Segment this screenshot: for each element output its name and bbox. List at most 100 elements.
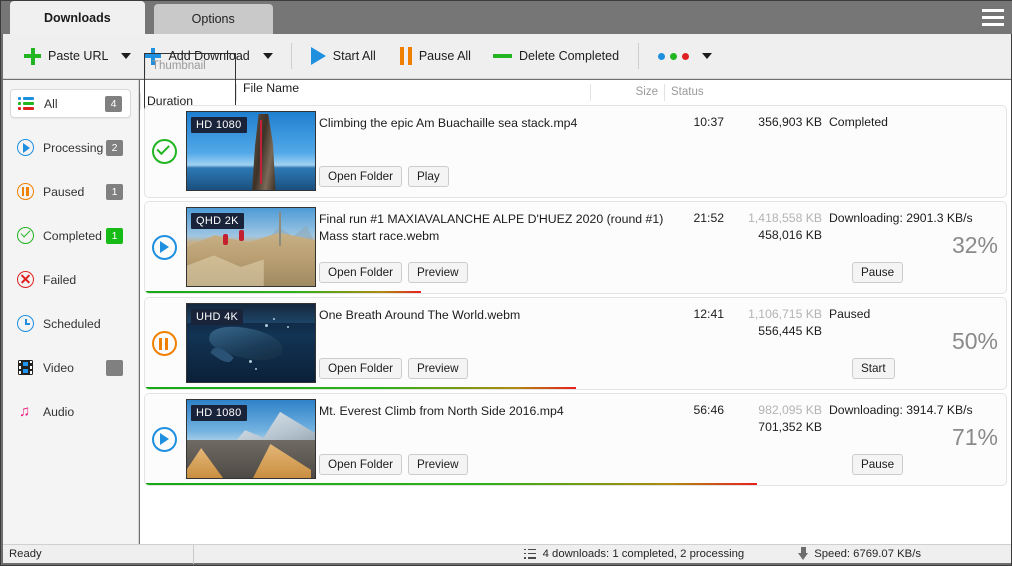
pause-all-label: Pause All (419, 49, 471, 63)
play-icon (311, 47, 326, 65)
sidebar-item-video-label: Video (43, 361, 106, 375)
music-note-icon: ♫ (16, 402, 35, 421)
start-all-label: Start All (333, 49, 376, 63)
table-row[interactable]: QHD 2K Final run #1 MAXIAVALANCHE ALPE D… (144, 201, 1007, 294)
tab-options[interactable]: Options (154, 4, 273, 34)
sidebar-item-all[interactable]: All 4 (10, 89, 131, 118)
table-row[interactable]: HD 1080 Mt. Everest Climb from North Sid… (144, 393, 1007, 486)
download-arrow-icon (798, 547, 809, 561)
pause-circle-icon (152, 331, 177, 356)
video-thumbnail[interactable]: HD 1080 (186, 399, 316, 479)
sidebar-badge-completed: 1 (106, 228, 123, 244)
sidebar-item-video[interactable]: Video (10, 353, 131, 382)
video-thumbnail[interactable]: UHD 4K (186, 303, 316, 383)
table-row[interactable]: HD 1080 Climbing the epic Am Buachaille … (144, 105, 1007, 198)
more-dots-icon (658, 53, 689, 60)
play-circle-icon (152, 427, 177, 452)
row-state (145, 106, 183, 197)
sidebar-badge-processing: 2 (106, 140, 123, 156)
row-state (145, 298, 183, 389)
start-all-button[interactable]: Start All (304, 39, 383, 73)
status-text: Completed (829, 115, 888, 129)
sidebar-item-completed[interactable]: Completed 1 (10, 221, 131, 250)
size-downloaded: 556,445 KB (730, 324, 822, 338)
dash-icon (493, 54, 512, 58)
file-name: Mt. Everest Climb from North Side 2016.m… (319, 403, 685, 420)
start-button[interactable]: Start (852, 358, 895, 379)
status-downloads-summary: 4 downloads: 1 completed, 2 processing (524, 548, 745, 560)
play-circle-icon (152, 235, 177, 260)
status-downloads-text: 4 downloads: 1 completed, 2 processing (543, 548, 745, 560)
sidebar-item-failed-label: Failed (43, 273, 131, 287)
open-folder-button[interactable]: Open Folder (319, 262, 402, 283)
pause-circle-icon (16, 182, 35, 201)
status-speed-text: Speed: 6769.07 KB/s (814, 548, 921, 560)
row-buttons: Open Folder Preview (319, 358, 468, 379)
toolbar-separator-1 (291, 43, 292, 69)
thumbnail-cell: QHD 2K (183, 202, 319, 293)
duration: 21:52 (684, 211, 724, 225)
duration: 12:41 (684, 307, 724, 321)
sidebar-item-audio[interactable]: ♫ Audio (10, 397, 131, 426)
status-bar: Ready 4 downloads: 1 completed, 2 proces… (3, 544, 1011, 563)
play-button[interactable]: Play (408, 166, 449, 187)
add-download-dropdown[interactable] (257, 39, 279, 73)
tab-options-label: Options (192, 12, 235, 26)
sidebar-item-processing[interactable]: Processing 2 (10, 133, 131, 162)
progress-percent: 71% (952, 424, 998, 451)
hamburger-icon[interactable] (973, 1, 1012, 34)
row-main: Final run #1 MAXIAVALANCHE ALPE D'HUEZ 2… (319, 202, 684, 293)
paste-url-button[interactable]: Paste URL (17, 39, 115, 73)
open-folder-button[interactable]: Open Folder (319, 454, 402, 475)
sidebar-item-paused[interactable]: Paused 1 (10, 177, 131, 206)
tab-downloads[interactable]: Downloads (10, 1, 145, 34)
thumbnail-cell: HD 1080 (183, 394, 319, 485)
row-main: Climbing the epic Am Buachaille sea stac… (319, 106, 684, 197)
progress-bar (145, 483, 1007, 486)
sidebar-item-paused-label: Paused (43, 185, 106, 199)
more-options-button[interactable] (651, 39, 696, 73)
clock-icon (16, 314, 35, 333)
row-buttons: Open Folder Preview (319, 454, 468, 475)
row-buttons: Open Folder Play (319, 166, 449, 187)
video-thumbnail[interactable]: QHD 2K (186, 207, 316, 287)
sidebar-item-failed[interactable]: Failed (10, 265, 131, 294)
preview-button[interactable]: Preview (408, 262, 468, 283)
preview-button[interactable]: Preview (408, 358, 468, 379)
table-row[interactable]: UHD 4K One Breath Around The World.webm … (144, 297, 1007, 390)
thumbnail-cell: UHD 4K (183, 298, 319, 389)
check-circle-icon (152, 139, 177, 164)
column-size[interactable]: Size (597, 80, 664, 105)
progress-percent: 50% (952, 328, 998, 355)
sidebar-badge-video (106, 360, 123, 376)
delete-completed-button[interactable]: Delete Completed (486, 39, 626, 73)
pause-button[interactable]: Pause (852, 454, 903, 475)
pause-icon (400, 47, 412, 65)
duration: 10:37 (684, 115, 724, 129)
open-folder-button[interactable]: Open Folder (319, 166, 402, 187)
status-ready: Ready (3, 548, 193, 560)
tab-bar: Downloads Options (1, 1, 1012, 34)
pause-button[interactable]: Pause (852, 262, 903, 283)
sidebar-badge-all: 4 (105, 96, 122, 112)
error-circle-icon (16, 270, 35, 289)
column-file-name[interactable]: File Name (236, 80, 597, 105)
preview-button[interactable]: Preview (408, 454, 468, 475)
open-folder-button[interactable]: Open Folder (319, 358, 402, 379)
sidebar-item-audio-label: Audio (43, 405, 131, 419)
check-circle-icon (16, 226, 35, 245)
video-thumbnail[interactable]: HD 1080 (186, 111, 316, 191)
play-circle-icon (16, 138, 35, 157)
more-options-dropdown[interactable] (696, 39, 718, 73)
column-status[interactable]: Status (664, 80, 814, 105)
row-state (145, 394, 183, 485)
delete-completed-label: Delete Completed (519, 49, 619, 63)
sidebar-item-completed-label: Completed (43, 229, 106, 243)
size-total: 1,418,558 KB (730, 211, 822, 225)
quality-badge: HD 1080 (191, 405, 247, 421)
sidebar-item-scheduled[interactable]: Scheduled (10, 309, 131, 338)
progress-bar (145, 387, 1007, 390)
status-text: Downloading: 3914.7 KB/s (829, 403, 973, 417)
pause-all-button[interactable]: Pause All (393, 39, 478, 73)
paste-url-dropdown[interactable] (115, 39, 137, 73)
